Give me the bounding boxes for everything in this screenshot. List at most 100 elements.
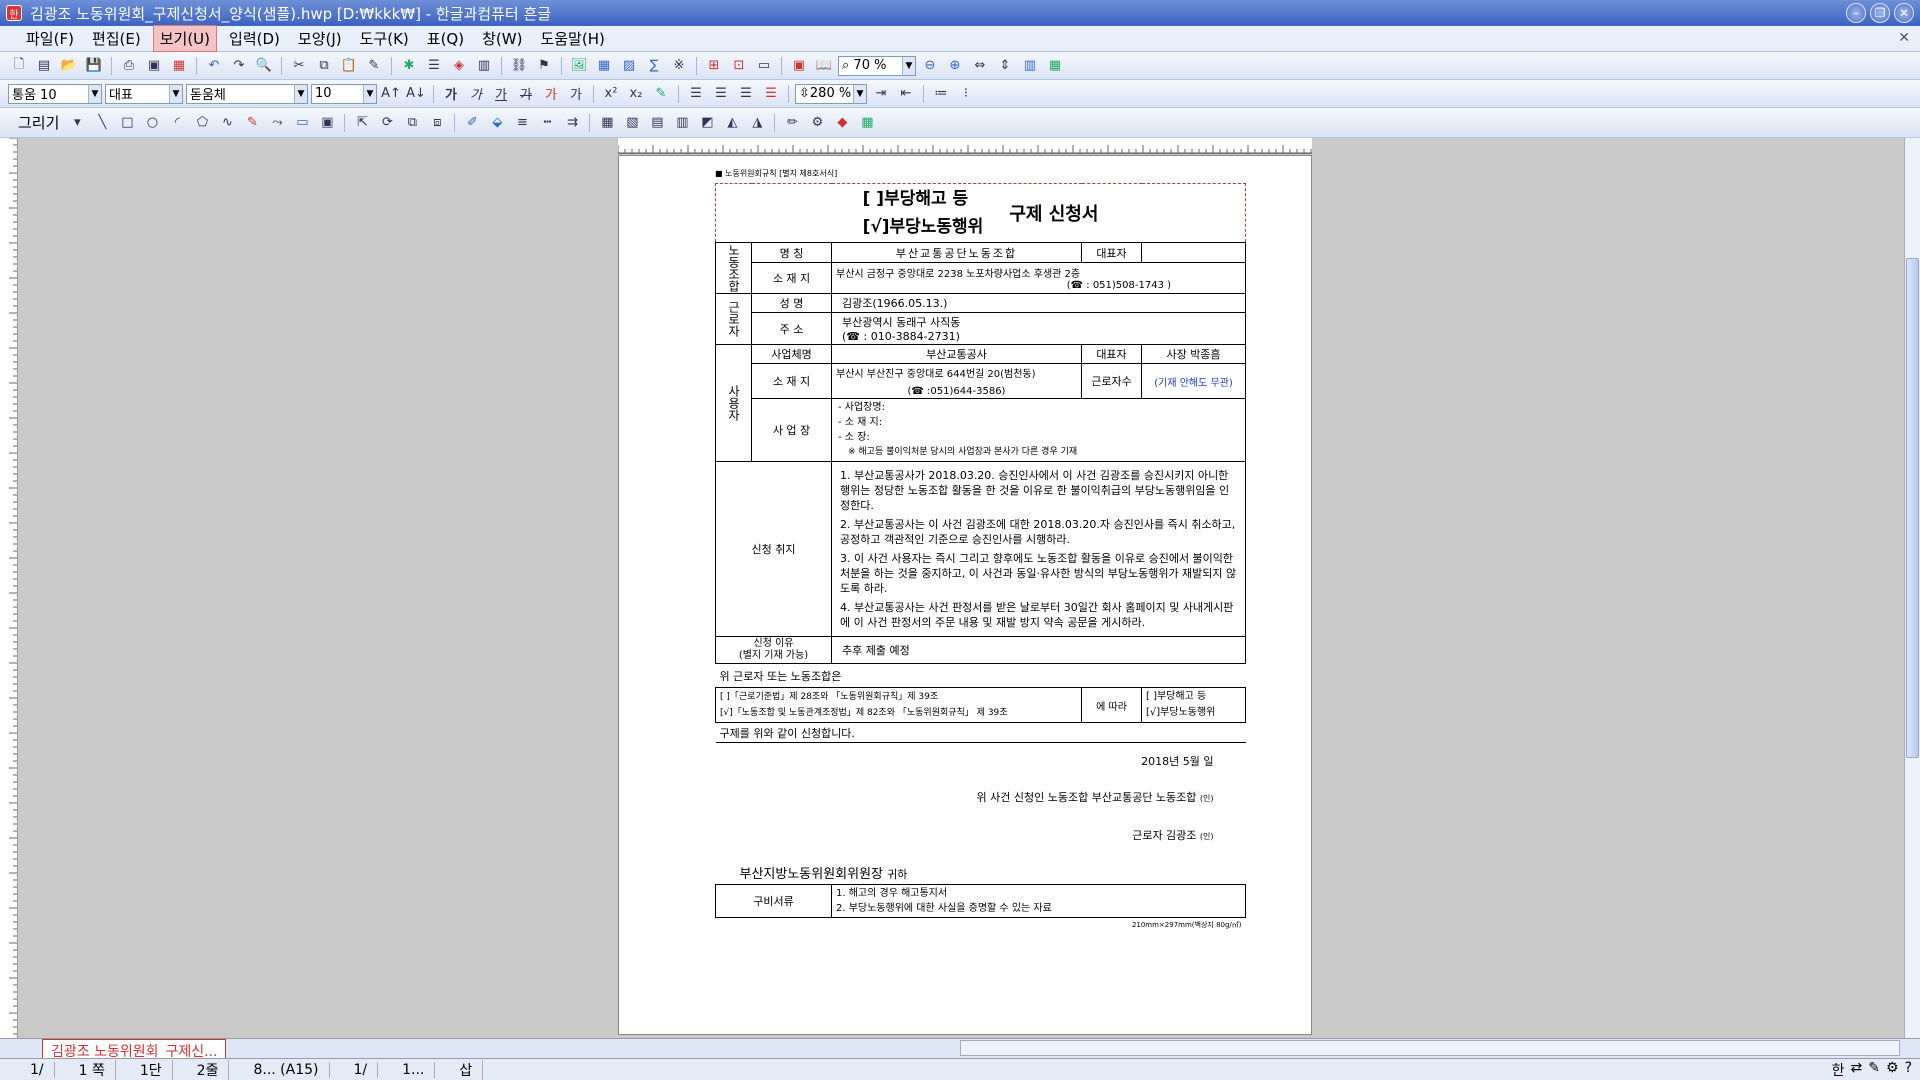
rectangle-icon[interactable]: □ <box>116 113 138 133</box>
group-icon[interactable]: ▦ <box>596 113 618 133</box>
vertical-scrollbar[interactable] <box>1904 138 1920 1038</box>
preview-icon[interactable]: ▣ <box>143 56 165 76</box>
bold-icon[interactable]: 가 <box>440 84 462 104</box>
worker-name[interactable]: 김광조(1966.05.13.) <box>830 293 1247 313</box>
menu-window[interactable]: 창(W) <box>476 26 528 51</box>
object-props-icon[interactable]: ⚙ <box>806 113 828 133</box>
font-size-combo[interactable]: 10 ▼ <box>311 83 377 104</box>
employer-site-cell[interactable]: - 사업장명: - 소 재 지: - 소 장: ※ 해고등 불이익처분 당시의 … <box>830 398 1247 462</box>
subscript-icon[interactable]: x₂ <box>625 84 647 104</box>
send-back-icon[interactable]: ⧈ <box>426 113 448 133</box>
distribute-icon[interactable]: ▥ <box>671 113 693 133</box>
char-format-icon[interactable]: ✱ <box>398 56 420 76</box>
reason-text[interactable]: 추후 제출 예정 <box>830 636 1247 664</box>
zoom-in-icon[interactable]: ⊕ <box>944 56 966 76</box>
equation-icon[interactable]: ∑ <box>643 56 665 76</box>
close-button[interactable]: ✕ <box>1894 3 1914 23</box>
gallery-icon[interactable]: ◆ <box>831 113 853 133</box>
chevron-down-icon[interactable]: ▼ <box>363 84 376 103</box>
ime-korean-icon[interactable]: 한 <box>1832 1060 1845 1080</box>
ime-mode-icon[interactable]: ⇄ <box>1851 1060 1863 1080</box>
symbol-icon[interactable]: ※ <box>668 56 690 76</box>
fill-color-icon[interactable]: ⬙ <box>486 113 508 133</box>
menu-edit[interactable]: 편집(E) <box>86 26 147 51</box>
select-object-icon[interactable]: ⇱ <box>351 113 373 133</box>
para-format-icon[interactable]: ☰ <box>423 56 445 76</box>
table-icon[interactable]: ▦ <box>593 56 615 76</box>
print-icon[interactable]: ⎙ <box>118 56 140 76</box>
3d-icon[interactable]: ◮ <box>746 113 768 133</box>
edit-points-icon[interactable]: ✏ <box>781 113 803 133</box>
memo-icon[interactable]: ▭ <box>753 56 775 76</box>
outline-icon[interactable]: 가 <box>565 84 587 104</box>
draw-menu[interactable]: 그리기 <box>18 112 59 133</box>
line-width-icon[interactable]: ≡ <box>511 113 533 133</box>
template-icon[interactable]: ▤ <box>33 56 55 76</box>
minimize-button[interactable]: – <box>1846 3 1866 23</box>
line-style-icon[interactable]: ┅ <box>536 113 558 133</box>
frame-icon[interactable]: ⊞ <box>703 56 725 76</box>
menu-tools[interactable]: 도구(K) <box>354 26 415 51</box>
object-icon[interactable]: ⊡ <box>728 56 750 76</box>
union-name[interactable]: 부산교통공단노동조합 <box>831 241 1082 264</box>
line-color-icon[interactable]: ✐ <box>461 113 483 133</box>
chevron-down-icon[interactable]: ▼ <box>88 84 101 103</box>
line-icon[interactable]: ╲ <box>91 113 113 133</box>
horizontal-ruler[interactable] <box>617 138 1312 154</box>
style-icon[interactable]: ◈ <box>448 56 470 76</box>
ungroup-icon[interactable]: ▧ <box>621 113 643 133</box>
strikethrough-icon[interactable]: 가 <box>515 84 537 104</box>
pen-icon[interactable]: ✎ <box>241 113 263 133</box>
fit-width-icon[interactable]: ⇔ <box>969 56 991 76</box>
chevron-down-icon[interactable]: ▼ <box>853 84 866 103</box>
align-left-icon[interactable]: ☰ <box>710 84 732 104</box>
undo-icon[interactable]: ↶ <box>203 56 225 76</box>
flip-icon[interactable]: ◭ <box>721 113 743 133</box>
worker-addr-cell[interactable]: 부산광역시 동래구 사직동 (☎ : 010-3884-2731) <box>830 312 1247 345</box>
employer-count[interactable]: (기재 안해도 무관) <box>1140 363 1247 399</box>
redo-icon[interactable]: ↷ <box>228 56 250 76</box>
grow-font-icon[interactable]: A↑ <box>380 84 402 104</box>
align-objects-icon[interactable]: ▤ <box>646 113 668 133</box>
align-justify-icon[interactable]: ☰ <box>685 84 707 104</box>
ime-settings-icon[interactable]: ⚙ <box>1886 1060 1899 1080</box>
cut-icon[interactable]: ✂ <box>288 56 310 76</box>
curve-icon[interactable]: ∿ <box>216 113 238 133</box>
numbered-list-icon[interactable]: ≔ <box>930 84 952 104</box>
document-page[interactable]: ■ 노동위원회규칙 [별지 제8호서식] [ ]부당해고 등 [√]부당노동행위… <box>618 155 1312 1035</box>
language-combo[interactable]: 대표 ▼ <box>105 83 183 104</box>
italic-icon[interactable]: 가 <box>465 84 487 104</box>
menu-help[interactable]: 도움말(H) <box>534 26 610 51</box>
ellipse-icon[interactable]: ○ <box>141 113 163 133</box>
menu-format[interactable]: 모양(J) <box>292 26 348 51</box>
open-icon[interactable]: 📂 <box>58 56 80 76</box>
chevron-down-icon[interactable]: ▼ <box>902 56 915 75</box>
slide-icon[interactable]: ▣ <box>788 56 810 76</box>
zoom-combo[interactable]: ⌕ 70 % ▼ <box>838 55 916 76</box>
union-addr-cell[interactable]: 부산시 금정구 중앙대로 2238 노포차량사업소 후생관 2층 (☎ : 05… <box>830 262 1247 294</box>
underline-icon[interactable]: 가 <box>490 84 512 104</box>
employer-rep[interactable]: 사장 박종흠 <box>1140 344 1247 364</box>
shrink-font-icon[interactable]: A↓ <box>405 84 427 104</box>
copy-icon[interactable]: ⧉ <box>313 56 335 76</box>
outdent-icon[interactable]: ⇤ <box>895 84 917 104</box>
chevron-down-icon[interactable]: ▼ <box>294 84 307 103</box>
new-icon[interactable]: 🗋 <box>8 56 30 76</box>
highlight-icon[interactable]: ✎ <box>650 84 672 104</box>
fit-page-icon[interactable]: ⇕ <box>994 56 1016 76</box>
indent-icon[interactable]: ⇥ <box>870 84 892 104</box>
dictionary-icon[interactable]: 📖 <box>813 56 835 76</box>
superscript-icon[interactable]: x² <box>600 84 622 104</box>
ime-pen-icon[interactable]: ✎ <box>1868 1060 1880 1080</box>
purpose-cell[interactable]: 1. 부산교통공사가 2018.03.20. 승진인사에서 이 사건 김광조를 … <box>830 461 1247 637</box>
bookmark-icon[interactable]: ⚑ <box>533 56 555 76</box>
horizontal-scrollbar[interactable] <box>960 1040 1900 1056</box>
line-spacing-combo[interactable]: ⇳ 280 % ▼ <box>795 83 867 104</box>
font-color-icon[interactable]: 가 <box>540 84 562 104</box>
image-icon[interactable]: 🖼 <box>568 56 590 76</box>
chart-icon[interactable]: ▨ <box>618 56 640 76</box>
employer-biz[interactable]: 부산교통공사 <box>831 344 1082 364</box>
chevron-down-icon[interactable]: ▼ <box>169 84 182 103</box>
doc-close-icon[interactable]: ✕ <box>1898 30 1910 46</box>
hyperlink-icon[interactable]: ⛓ <box>508 56 530 76</box>
